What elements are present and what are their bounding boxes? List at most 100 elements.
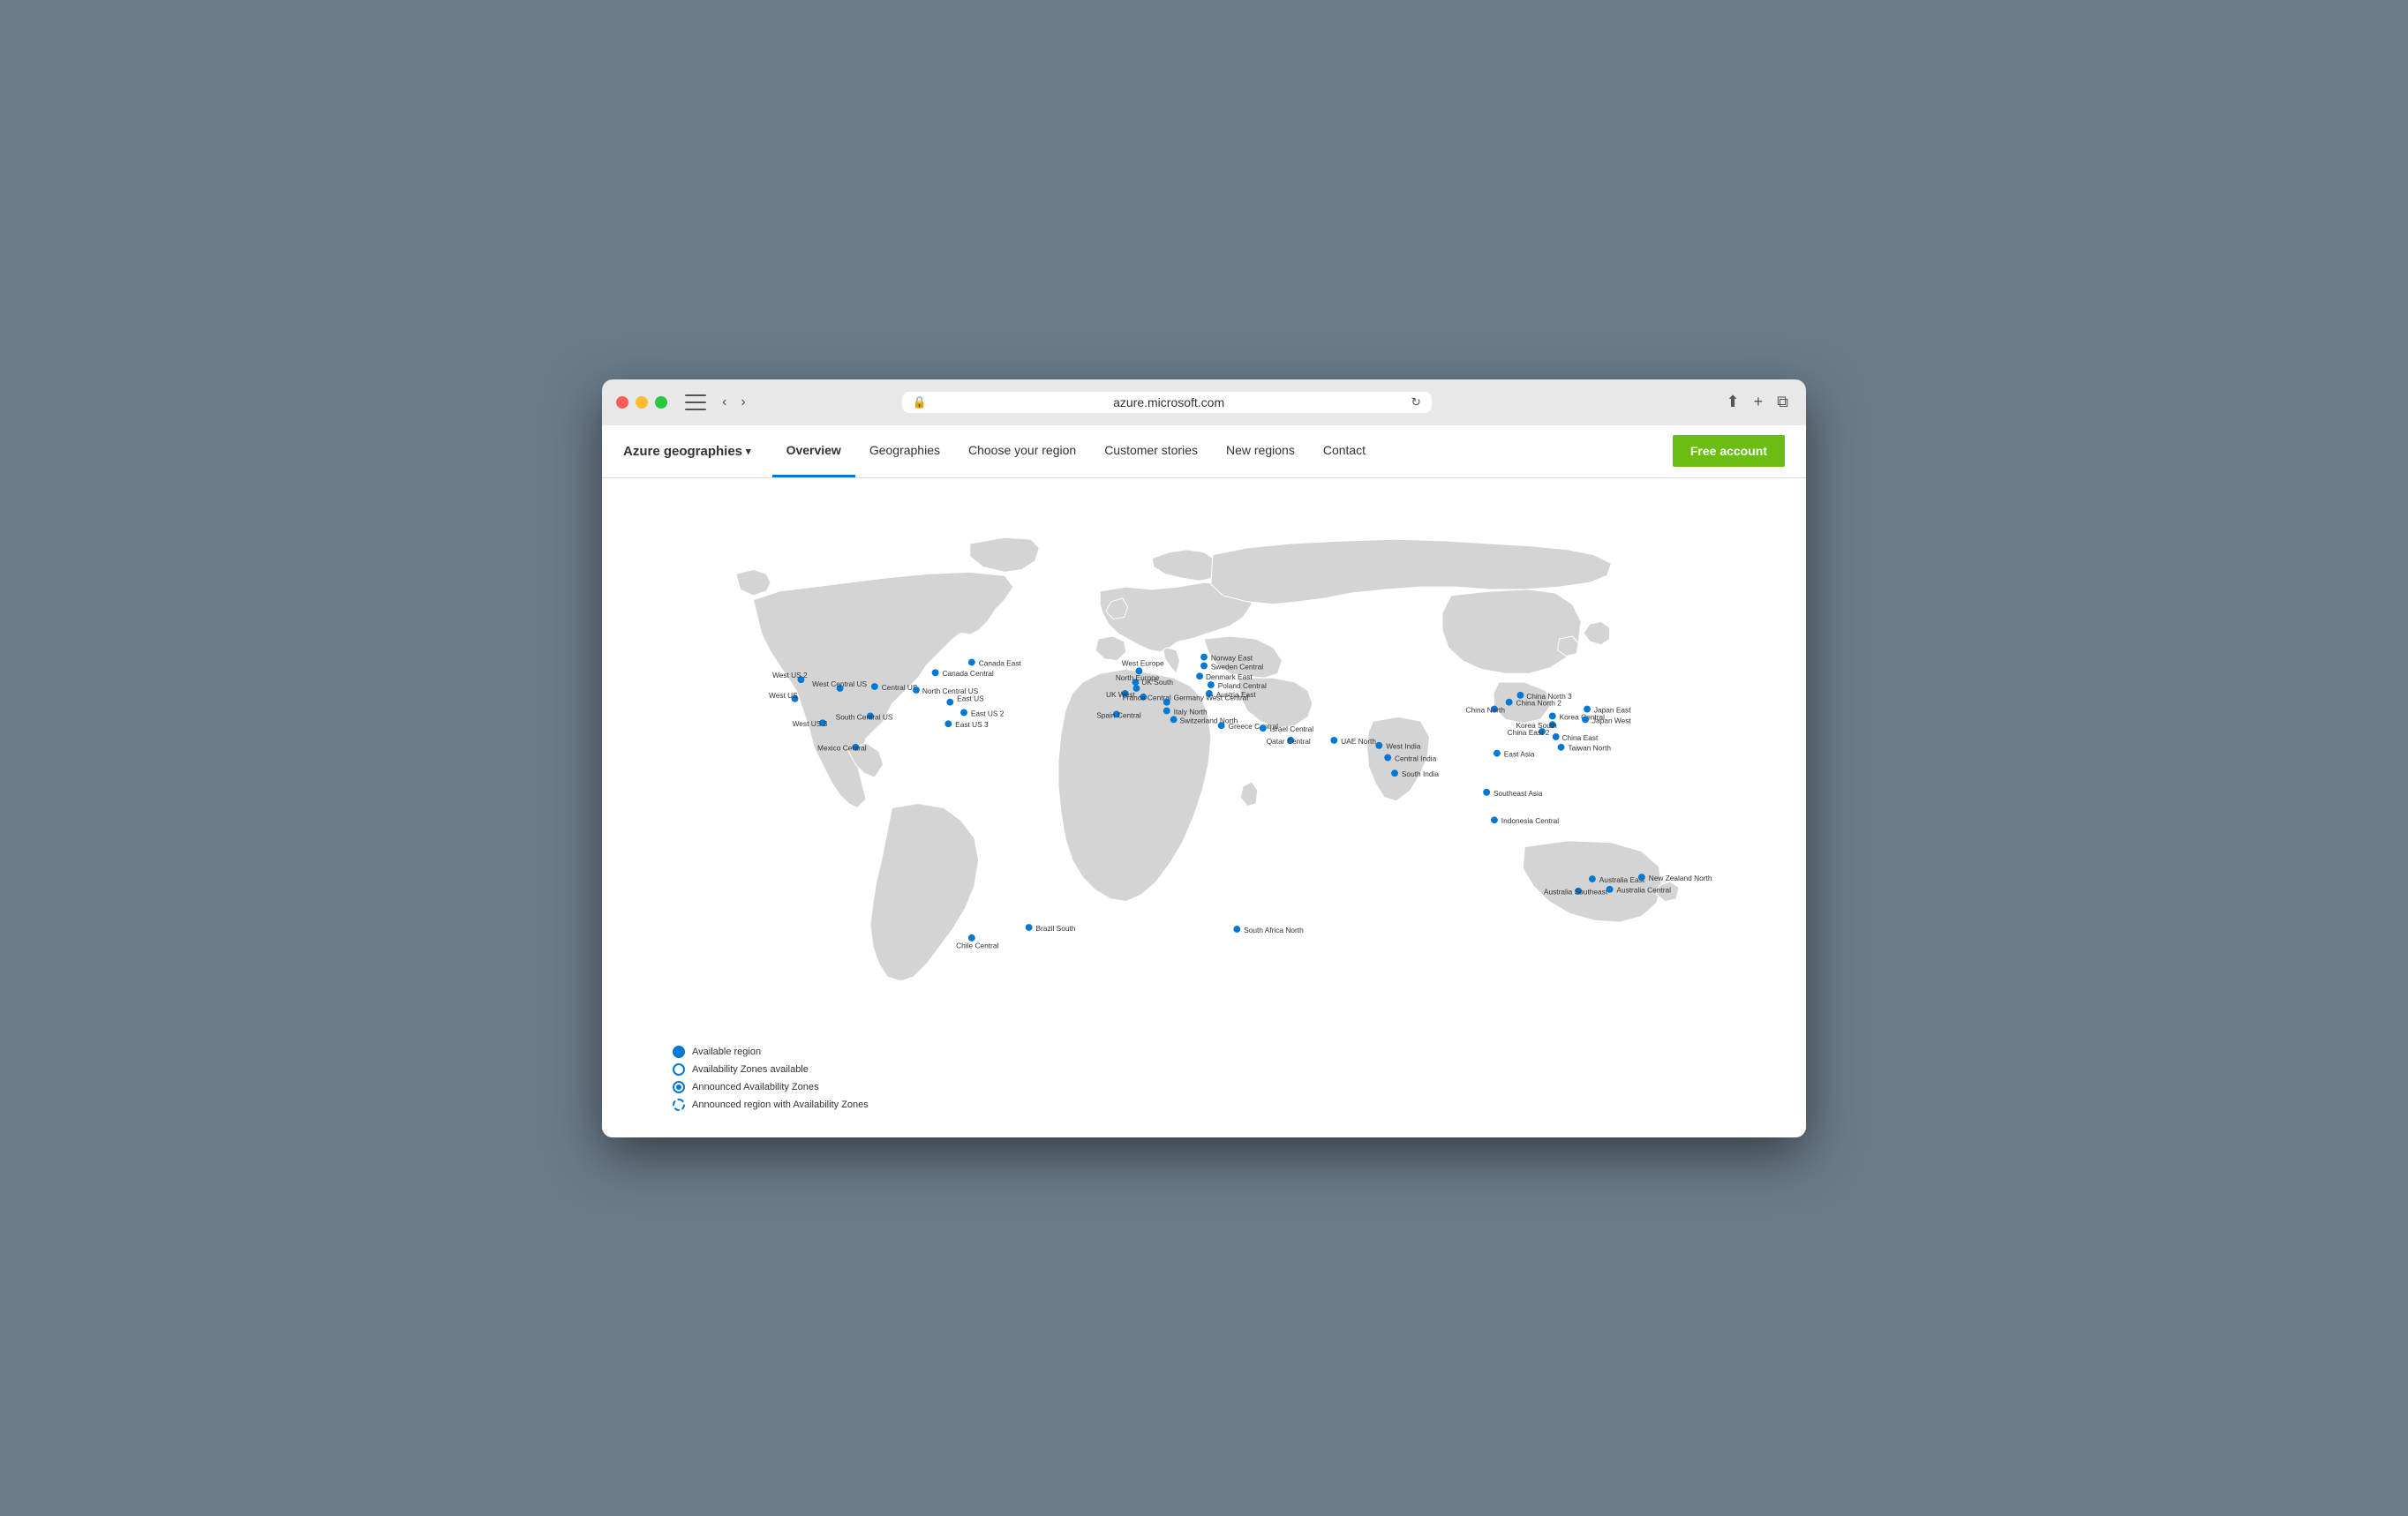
refresh-button[interactable]: ↻: [1411, 395, 1420, 409]
nav-link-customer-stories[interactable]: Customer stories: [1090, 425, 1212, 478]
svg-text:Southeast Asia: Southeast Asia: [1494, 788, 1543, 797]
svg-text:China North: China North: [1466, 705, 1506, 714]
nav-link-geographies[interactable]: Geographies: [855, 425, 954, 478]
region-brazil-south[interactable]: Brazil South: [1026, 923, 1076, 932]
svg-text:Japan East: Japan East: [1594, 705, 1631, 714]
svg-text:China North 3: China North 3: [1526, 691, 1572, 700]
svg-text:East Asia: East Asia: [1504, 749, 1535, 758]
svg-text:Israel Central: Israel Central: [1270, 724, 1314, 733]
svg-text:Taiwan North: Taiwan North: [1568, 743, 1611, 752]
svg-text:Qatar Central: Qatar Central: [1267, 736, 1311, 745]
region-australia-central[interactable]: Australia Central: [1607, 885, 1671, 894]
site-nav: Azure geographies ▾ Overview Geographies…: [602, 425, 1806, 478]
svg-text:Australia Southeast: Australia Southeast: [1544, 887, 1608, 896]
svg-text:West Central US: West Central US: [812, 679, 867, 688]
region-china-east[interactable]: China East: [1553, 732, 1599, 741]
svg-text:East US 2: East US 2: [971, 709, 1005, 717]
nav-brand[interactable]: Azure geographies ▾: [623, 444, 751, 459]
svg-text:West Europe: West Europe: [1122, 658, 1164, 667]
svg-text:Central India: Central India: [1395, 754, 1437, 762]
region-south-central-us[interactable]: South Central US: [836, 712, 893, 721]
region-west-us-3[interactable]: West US 3: [793, 719, 828, 728]
svg-text:Denmark East: Denmark East: [1206, 672, 1253, 681]
browser-titlebar: ‹ › 🔒 azure.microsoft.com ↻ ⬆ + ⧉: [602, 379, 1806, 425]
region-taiwan-north[interactable]: Taiwan North: [1558, 743, 1612, 752]
region-east-us[interactable]: East US: [946, 694, 984, 705]
svg-text:Australia Central: Australia Central: [1616, 885, 1671, 894]
region-qatar-central[interactable]: Qatar Central: [1267, 736, 1311, 745]
region-korea-south[interactable]: Korea South: [1516, 721, 1558, 730]
region-east-asia[interactable]: East Asia: [1494, 749, 1535, 758]
close-button[interactable]: [616, 396, 628, 409]
region-sweden-central[interactable]: Sweden Central: [1200, 662, 1263, 671]
svg-text:Central US: Central US: [882, 682, 918, 691]
svg-text:Italy North: Italy North: [1174, 707, 1208, 716]
svg-text:Canada Central: Canada Central: [942, 669, 993, 678]
svg-text:East US 3: East US 3: [955, 720, 989, 729]
sidebar-toggle-button[interactable]: [685, 394, 706, 410]
region-canada-central[interactable]: Canada Central: [932, 669, 994, 678]
svg-text:Brazil South: Brazil South: [1036, 923, 1076, 932]
legend-item-available: Available region: [673, 1046, 869, 1058]
region-chile-central[interactable]: Chile Central: [956, 934, 998, 949]
fullscreen-button[interactable]: [655, 396, 667, 409]
legend-az-icon: [673, 1063, 685, 1076]
region-norway-east[interactable]: Norway East: [1200, 653, 1253, 662]
new-tab-button[interactable]: +: [1750, 389, 1767, 415]
browser-window: ‹ › 🔒 azure.microsoft.com ↻ ⬆ + ⧉ Azure …: [602, 379, 1806, 1137]
region-canada-east[interactable]: Canada East: [968, 658, 1022, 667]
region-china-north[interactable]: China North: [1466, 705, 1506, 714]
region-mexico-central[interactable]: Mexico Central: [817, 743, 867, 752]
lock-icon: 🔒: [913, 395, 927, 409]
nav-link-overview[interactable]: Overview: [772, 425, 855, 478]
svg-text:Mexico Central: Mexico Central: [817, 743, 867, 752]
svg-text:Canada East: Canada East: [979, 658, 1022, 667]
free-account-button[interactable]: Free account: [1673, 435, 1785, 467]
traffic-lights: [616, 396, 667, 409]
legend-announced-region-label: Announced region with Availability Zones: [692, 1099, 869, 1110]
region-south-africa-north[interactable]: South Africa North: [1233, 925, 1304, 934]
svg-text:South Central US: South Central US: [836, 712, 893, 721]
region-southeast-asia[interactable]: Southeast Asia: [1483, 788, 1543, 797]
svg-text:New Zealand North: New Zealand North: [1649, 873, 1712, 882]
legend-item-announced-az: Announced Availability Zones: [673, 1081, 869, 1093]
legend-announced-region-icon: [673, 1099, 685, 1111]
svg-text:Indonesia Central: Indonesia Central: [1501, 816, 1559, 825]
svg-text:UK South: UK South: [1141, 678, 1173, 687]
region-poland-central[interactable]: Poland Central: [1208, 680, 1267, 689]
svg-text:Norway East: Norway East: [1211, 653, 1253, 662]
svg-text:East US: East US: [957, 694, 984, 702]
region-west-us[interactable]: West US: [769, 690, 798, 702]
region-new-zealand-north[interactable]: New Zealand North: [1638, 873, 1712, 882]
back-button[interactable]: ‹: [717, 391, 732, 414]
nav-link-new-regions[interactable]: New regions: [1212, 425, 1309, 478]
svg-text:Poland Central: Poland Central: [1218, 680, 1267, 689]
minimize-button[interactable]: [636, 396, 648, 409]
address-bar[interactable]: 🔒 azure.microsoft.com ↻: [902, 392, 1432, 413]
region-denmark-east[interactable]: Denmark East: [1196, 672, 1253, 681]
world-map-svg: Canada East Canada Central West US 2 Wes…: [620, 496, 1788, 1120]
legend-az-label: Availability Zones available: [692, 1064, 809, 1075]
browser-content: Azure geographies ▾ Overview Geographies…: [602, 425, 1806, 1137]
svg-text:UAE North: UAE North: [1341, 736, 1376, 745]
legend-available-label: Available region: [692, 1047, 761, 1057]
legend-announced-az-icon: [673, 1081, 685, 1093]
legend-item-az: Availability Zones available: [673, 1063, 869, 1076]
nav-link-contact[interactable]: Contact: [1309, 425, 1380, 478]
svg-text:Korea South: Korea South: [1516, 721, 1558, 730]
svg-text:Germany West Central: Germany West Central: [1174, 693, 1249, 702]
svg-text:Japan West: Japan West: [1592, 716, 1632, 724]
region-east-us-2[interactable]: East US 2: [960, 709, 1005, 717]
region-indonesia-central[interactable]: Indonesia Central: [1491, 816, 1559, 825]
region-spain-central[interactable]: Spain Central: [1096, 710, 1141, 719]
svg-text:South Africa North: South Africa North: [1244, 925, 1304, 934]
region-australia-southeast[interactable]: Australia Southeast: [1544, 887, 1608, 896]
tabs-button[interactable]: ⧉: [1773, 389, 1792, 415]
region-east-us-3[interactable]: East US 3: [944, 720, 989, 729]
forward-button[interactable]: ›: [735, 391, 750, 414]
share-button[interactable]: ⬆: [1723, 389, 1743, 415]
region-uae-north[interactable]: UAE North: [1330, 736, 1376, 745]
legend-available-icon: [673, 1046, 685, 1058]
nav-link-choose-region[interactable]: Choose your region: [954, 425, 1090, 478]
map-container: Canada East Canada Central West US 2 Wes…: [602, 478, 1806, 1137]
